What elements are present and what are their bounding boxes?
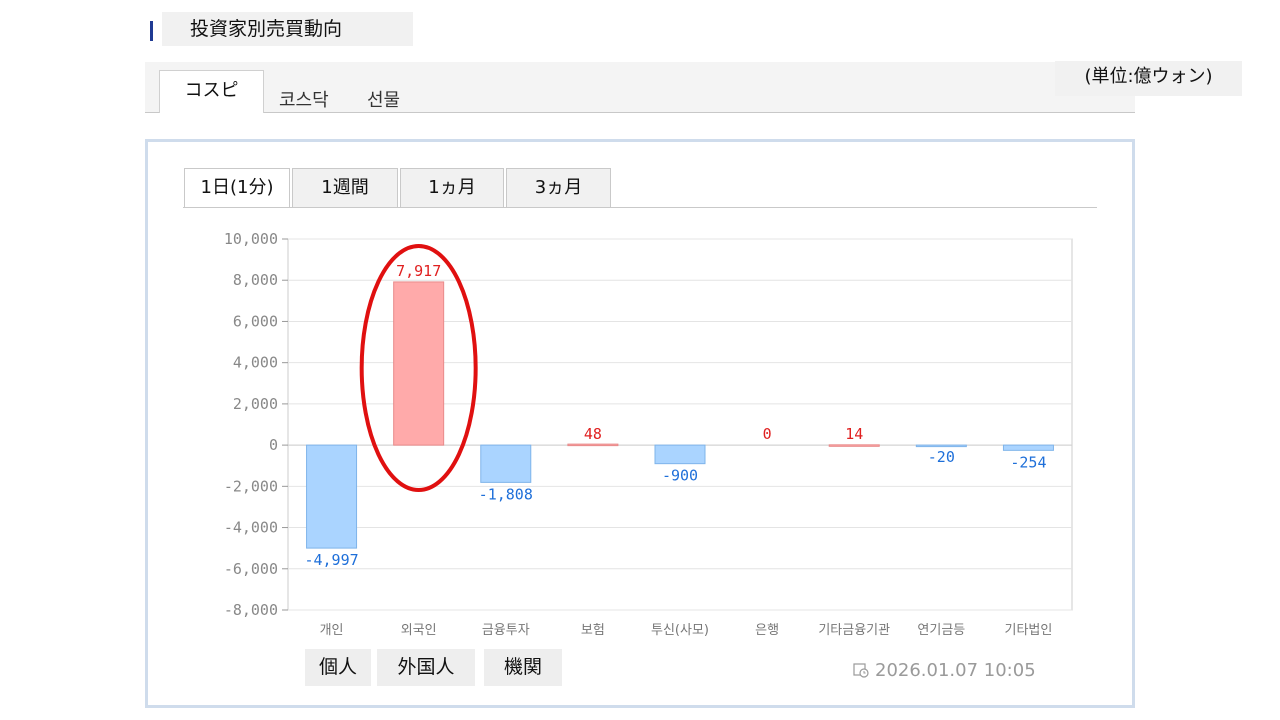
y-tick-label: 2,000	[233, 395, 278, 413]
y-tick-label: -8,000	[224, 601, 278, 619]
data-label-기타법인: -254	[1010, 453, 1046, 471]
bar-투신(사모)	[654, 444, 706, 465]
legend-foreigner: 外国人	[377, 649, 475, 686]
x-tick-label-외국인: 외국인	[401, 623, 437, 638]
legend-institution: 機関	[484, 649, 562, 686]
data-label-연기금등: -20	[928, 448, 955, 466]
market-tab-bar: コスピ 코스닥 선물	[145, 62, 1135, 113]
timestamp-text: 2026.01.07 10:05	[875, 660, 1036, 681]
data-label-외국인: 7,917	[396, 262, 441, 280]
unit-label: (単位:億ウォン)	[1055, 61, 1242, 96]
x-tick-label-기타금융기관: 기타금융기관	[818, 623, 890, 638]
bar-개인	[306, 444, 358, 549]
data-label-금융투자: -1,808	[479, 485, 533, 503]
clock-icon	[853, 663, 869, 678]
investor-bar-chart: 10,000 8,000 6,000 4,000 2,000 0 -2,000 -4,000 -…	[224, 230, 1073, 638]
chart-panel: 1日(1分) 1週間 1ヵ月 3ヵ月 10,000 8,000 6,000 4,000…	[145, 139, 1135, 708]
y-tick-label: 10,000	[224, 230, 278, 248]
data-label-기타금융기관: 14	[845, 425, 863, 443]
timestamp: 2026.01.07 10:05	[853, 660, 1036, 681]
tab-kospi[interactable]: コスピ	[159, 70, 264, 113]
x-tick-label-금융투자: 금융투자	[482, 623, 530, 638]
bar-기타금융기관	[828, 444, 880, 447]
bar-금융투자	[480, 444, 532, 483]
bar-연기금등	[915, 444, 967, 448]
data-label-보험: 48	[584, 425, 602, 443]
legend-individual: 個人	[305, 649, 371, 686]
x-tick-label-보험: 보험	[581, 623, 605, 638]
y-tick-label: -2,000	[224, 477, 278, 495]
y-tick-label: -6,000	[224, 560, 278, 578]
y-tick-label: 0	[269, 436, 278, 454]
tab-kosdaq[interactable]: 코스닥	[279, 86, 329, 112]
data-label-투신(사모): -900	[662, 467, 698, 485]
x-tick-label-은행: 은행	[755, 622, 779, 638]
section-title: 投資家別売買動向	[162, 12, 413, 46]
tab-futures[interactable]: 선물	[367, 86, 400, 112]
y-tick-label: 6,000	[233, 312, 278, 330]
bar-기타법인	[1002, 444, 1054, 451]
x-tick-label-연기금등: 연기금등	[917, 623, 965, 638]
x-tick-label-개인: 개인	[320, 623, 344, 638]
bar-보험	[567, 443, 619, 447]
x-tick-label-투신(사모): 투신(사모)	[651, 623, 709, 638]
y-tick-label: -4,000	[224, 519, 278, 537]
y-tick-label: 8,000	[233, 271, 278, 289]
data-label-은행: 0	[763, 425, 772, 443]
x-tick-label-기타법인: 기타법인	[1005, 623, 1053, 638]
y-tick-label: 4,000	[233, 354, 278, 372]
data-label-개인: -4,997	[304, 551, 358, 569]
bar-외국인	[393, 281, 445, 446]
title-accent-bar	[150, 21, 153, 41]
